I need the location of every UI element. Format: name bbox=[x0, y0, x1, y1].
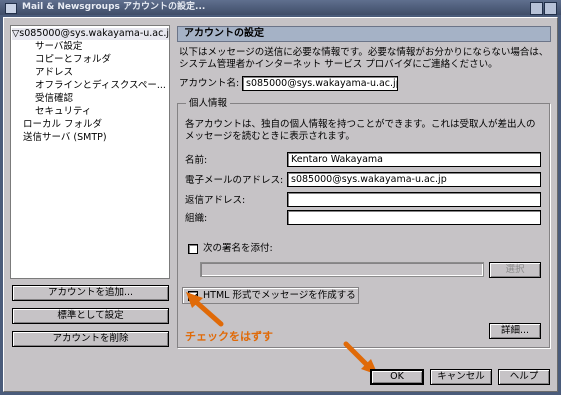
tree-item-account[interactable]: ▽s085000@sys.wakayama-u.ac.jp bbox=[12, 28, 169, 40]
tree-item-addressing[interactable]: アドレス bbox=[35, 67, 73, 79]
name-input[interactable]: Kentaro Wakayama bbox=[287, 152, 541, 167]
ok-button[interactable]: OK bbox=[370, 369, 424, 385]
tree-item-copies-folders[interactable]: コピーとフォルダ bbox=[35, 54, 111, 66]
tree-item-server-settings[interactable]: サーバ設定 bbox=[35, 41, 82, 53]
signature-label: 次の署名を添付: bbox=[203, 243, 273, 254]
signature-file-input[interactable] bbox=[200, 262, 484, 277]
tree-item-smtp[interactable]: 送信サーバ (SMTP) bbox=[23, 132, 107, 144]
help-button[interactable]: ヘルプ bbox=[498, 369, 550, 385]
signature-checkbox[interactable] bbox=[188, 244, 198, 254]
maximize-icon[interactable] bbox=[544, 2, 557, 15]
annotation-arrow-checkbox-icon bbox=[186, 292, 224, 327]
identity-legend: 個人情報 bbox=[186, 98, 231, 110]
window-title: Mail & Newsgroups アカウントの設定... bbox=[22, 2, 206, 12]
cancel-button[interactable]: キャンセル bbox=[430, 369, 492, 385]
email-input[interactable]: s085000@sys.wakayama-u.ac.jp bbox=[287, 172, 541, 187]
tree-item-offline-disk[interactable]: オフラインとディスクスペー... bbox=[35, 80, 166, 92]
reply-to-label: 返信アドレス: bbox=[185, 195, 246, 206]
panel-description-line1: 以下はメッセージの送信に必要な情報です。必要な情報がお分かりにならない場合は、 bbox=[179, 47, 549, 58]
add-account-button[interactable]: アカウントを追加... bbox=[12, 285, 169, 301]
panel-title: アカウントの設定 bbox=[177, 26, 551, 42]
window-menu-icon[interactable] bbox=[5, 3, 17, 14]
tree-item-security[interactable]: セキュリティ bbox=[35, 106, 91, 118]
account-tree[interactable]: ▽s085000@sys.wakayama-u.ac.jp サーバ設定 コピーと… bbox=[10, 25, 170, 279]
title-bar[interactable]: Mail & Newsgroups アカウントの設定... bbox=[0, 0, 561, 15]
tree-item-receipts[interactable]: 受信確認 bbox=[35, 93, 73, 105]
organization-label: 組織: bbox=[185, 213, 208, 224]
account-name-input[interactable]: s085000@sys.wakayama-u.ac.jp bbox=[242, 76, 398, 91]
account-name-label: アカウント名: bbox=[179, 78, 240, 89]
minimize-icon[interactable] bbox=[530, 2, 543, 15]
advanced-button[interactable]: 詳細... bbox=[489, 323, 541, 339]
identity-desc-line1: 各アカウントは、独自の個人情報を持つことができます。これは受取人が差出人の bbox=[185, 119, 536, 130]
name-label: 名前: bbox=[185, 155, 208, 166]
tree-item-local-folders[interactable]: ローカル フォルダ bbox=[23, 119, 102, 131]
set-default-button[interactable]: 標準として設定 bbox=[12, 308, 169, 324]
organization-input[interactable] bbox=[287, 210, 541, 225]
reply-to-input[interactable] bbox=[287, 192, 541, 207]
annotation-text: チェックをはずす bbox=[185, 330, 273, 343]
remove-account-button[interactable]: アカウントを削除 bbox=[12, 331, 169, 347]
panel-description-line2: システム管理者かインターネット サービス プロバイダにご連絡ください。 bbox=[179, 59, 498, 70]
choose-signature-button[interactable]: 選択 bbox=[489, 262, 541, 278]
identity-desc-line2: メッセージを読むときに表示されます。 bbox=[185, 131, 355, 142]
email-label: 電子メールのアドレス: bbox=[185, 175, 284, 186]
